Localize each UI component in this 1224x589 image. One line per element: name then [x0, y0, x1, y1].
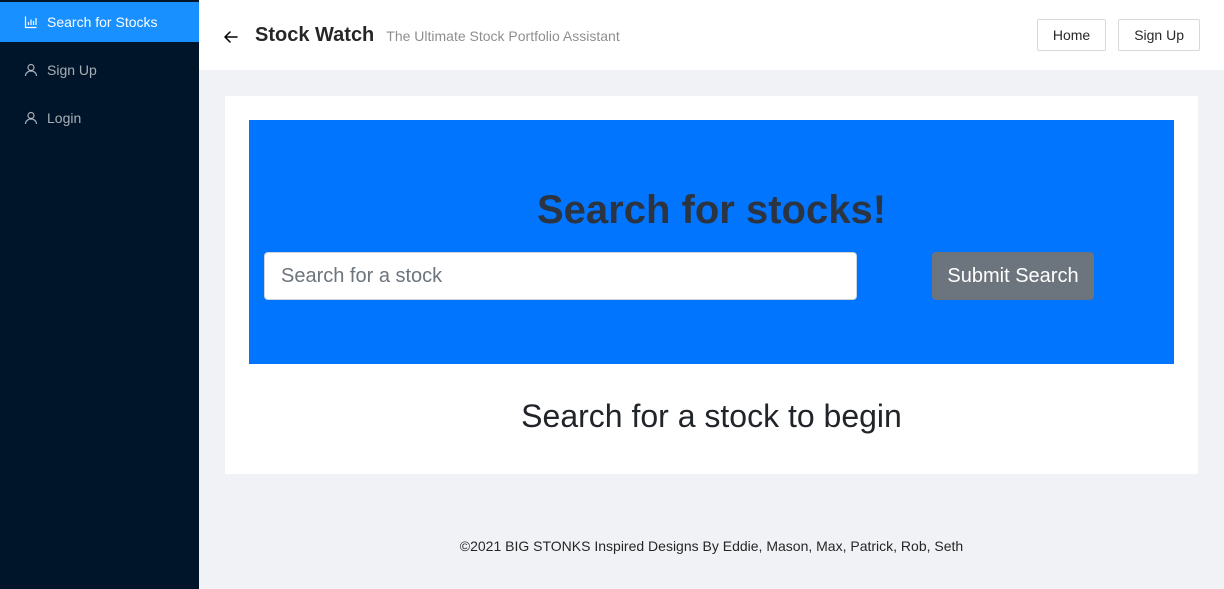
footer: ©2021 BIG STONKS Inspired Designs By Edd… — [459, 538, 964, 554]
submit-search-button[interactable]: Submit Search — [932, 252, 1094, 300]
sidebar-item-sign-up[interactable]: Sign Up — [0, 50, 199, 90]
empty-state-prompt: Search for a stock to begin — [521, 398, 902, 434]
user-icon — [24, 63, 38, 77]
home-button[interactable]: Home — [1036, 19, 1107, 51]
sidebar-item-label: Search for Stocks — [47, 14, 158, 30]
sidebar-item-search-stocks[interactable]: Search for Stocks — [0, 2, 199, 42]
search-hero: Search for stocks! Submit Search — [249, 120, 1174, 364]
main-card: Search for stocks! Submit Search Search … — [225, 96, 1198, 474]
search-input[interactable] — [264, 252, 857, 300]
header-actions: Home Sign Up — [1036, 19, 1200, 51]
page-subtitle: The Ultimate Stock Portfolio Assistant — [386, 28, 620, 44]
sidebar: Search for Stocks Sign Up Login — [0, 0, 199, 589]
sidebar-item-label: Login — [47, 110, 82, 126]
sidebar-item-login[interactable]: Login — [0, 98, 199, 138]
back-arrow-icon[interactable] — [223, 29, 239, 45]
bar-chart-icon — [24, 15, 38, 29]
page-title: Stock Watch — [255, 23, 375, 46]
user-icon — [24, 111, 38, 125]
sidebar-item-label: Sign Up — [47, 62, 97, 78]
hero-title: Search for stocks! — [536, 188, 887, 232]
sign-up-button[interactable]: Sign Up — [1118, 19, 1200, 51]
page-header: Stock Watch The Ultimate Stock Portfolio… — [199, 0, 1224, 70]
